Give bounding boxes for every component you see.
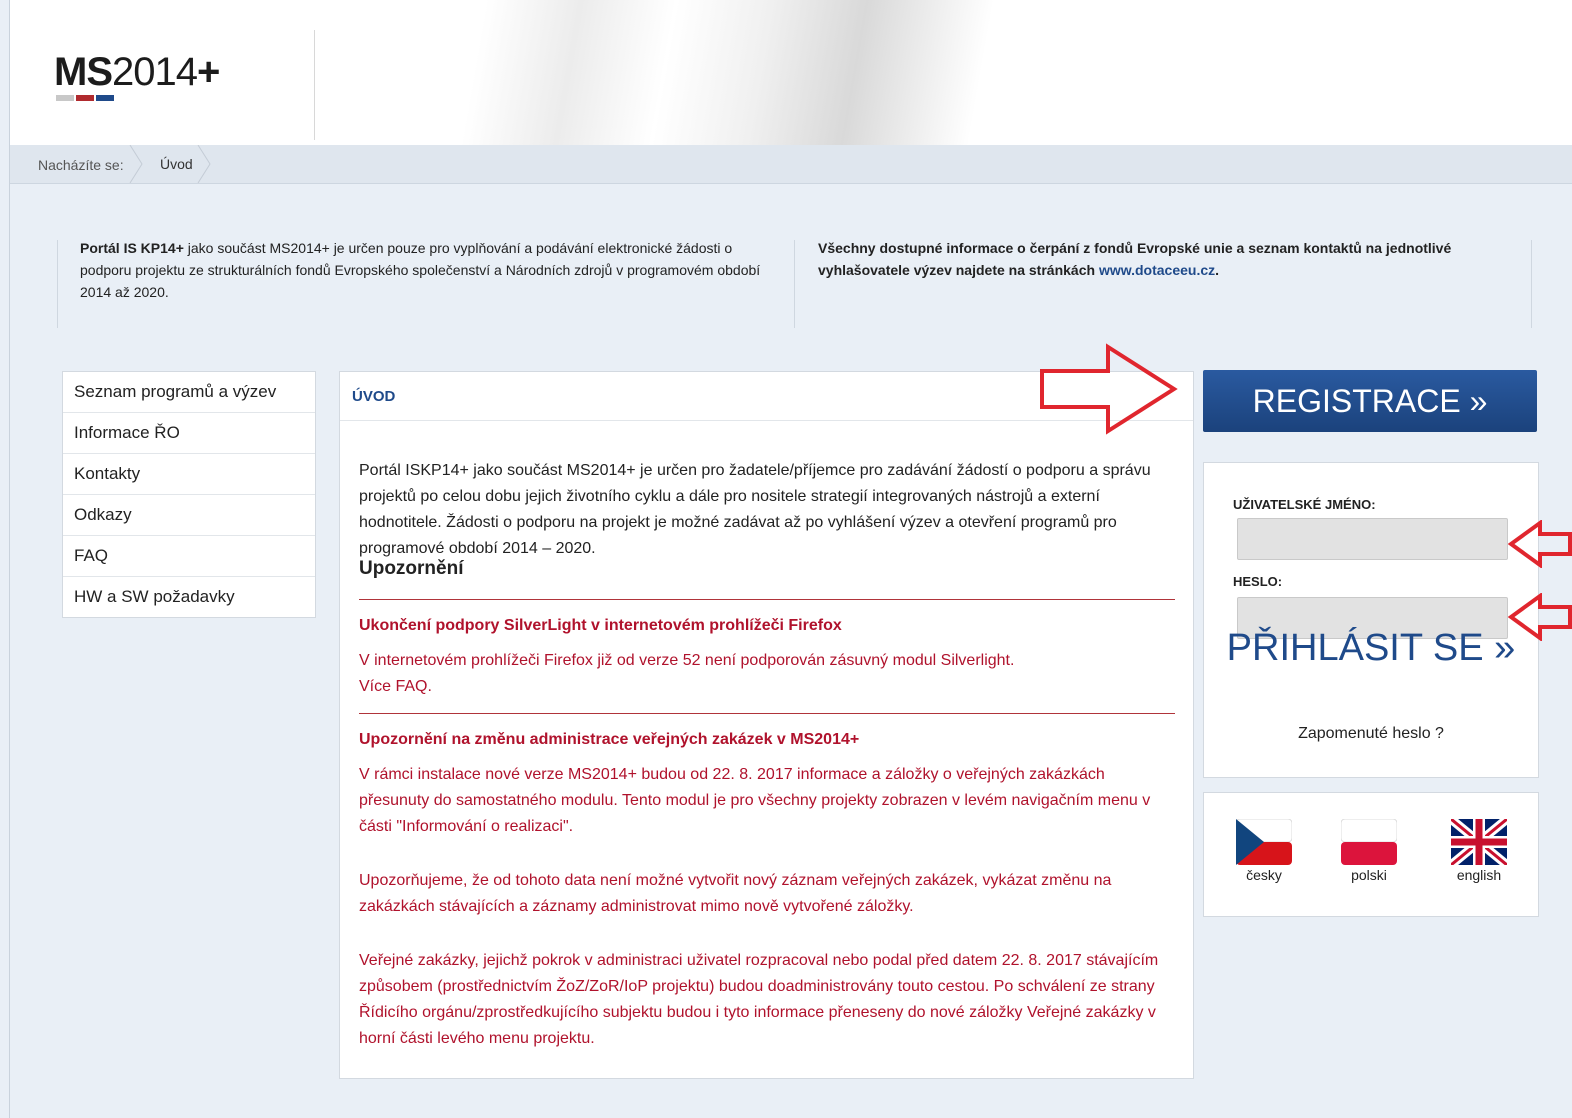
breadcrumb: Nacházíte se: Úvod — [10, 145, 1572, 184]
notice-text: V rámci instalace nové verze MS2014+ bud… — [359, 766, 1151, 835]
notice-divider — [359, 599, 1175, 600]
menu-item-faq[interactable]: FAQ — [63, 536, 315, 577]
info-divider — [1531, 240, 1532, 328]
header: MS2014+ — [10, 0, 1572, 146]
menu-item-programs[interactable]: Seznam programů a výzev — [63, 372, 315, 413]
notice-text: Veřejné zakázky, jejichž pokrok v admini… — [359, 952, 1159, 1047]
intro-text: Portál ISKP14+ jako součást MS2014+ je u… — [359, 462, 1151, 557]
arrow-left-icon — [1508, 520, 1572, 568]
left-menu: Seznam programů a výzev Informace ŘO Kon… — [62, 371, 316, 618]
logo-color-bars — [56, 95, 114, 101]
menu-item-requirements[interactable]: HW a SW požadavky — [63, 577, 315, 617]
info-divider — [794, 240, 795, 328]
username-label: UŽIVATELSKÉ JMÉNO: — [1233, 497, 1376, 512]
header-divider — [314, 30, 315, 140]
login-box: UŽIVATELSKÉ JMÉNO: HESLO: PŘIHLÁSIT SE »… — [1203, 462, 1539, 778]
breadcrumb-separator-icon — [129, 145, 143, 183]
menu-item-links[interactable]: Odkazy — [63, 495, 315, 536]
notice-divider — [359, 713, 1175, 714]
menu-item-ro-info[interactable]: Informace ŘO — [63, 413, 315, 454]
language-czech[interactable]: česky — [1229, 819, 1299, 883]
notice-text: V internetovém prohlížeči Firefox již od… — [359, 652, 1015, 695]
notice-text: Upozorňujeme, že od tohoto data není mož… — [359, 872, 1112, 915]
czech-flag-icon — [1236, 819, 1292, 865]
password-label: HESLO: — [1233, 574, 1283, 589]
warning-heading: Upozornění — [359, 558, 464, 579]
breadcrumb-label: Nacházíte se: — [38, 157, 124, 173]
uk-flag-icon — [1451, 819, 1507, 865]
language-label: česky — [1246, 867, 1282, 883]
arrow-right-icon — [1040, 343, 1178, 435]
notice-title: Ukončení podpory SilverLight v interneto… — [359, 617, 842, 634]
registration-button[interactable]: REGISTRACE » — [1203, 370, 1537, 432]
language-english[interactable]: english — [1444, 819, 1514, 883]
logo[interactable]: MS2014+ — [54, 50, 220, 95]
info-left: Portál IS KP14+ jako součást MS2014+ je … — [80, 240, 761, 300]
dotaceeu-link[interactable]: www.dotaceeu.cz — [1099, 262, 1215, 278]
login-button[interactable]: PŘIHLÁSIT SE » — [1204, 627, 1538, 670]
breadcrumb-separator-icon — [197, 145, 211, 183]
panel-title: ÚVOD — [352, 388, 396, 405]
info-right: Všechny dostupné informace o čerpání z f… — [818, 240, 1452, 278]
language-label: english — [1456, 867, 1502, 883]
faq-link[interactable]: Více FAQ. — [359, 678, 432, 695]
main-panel: ÚVOD Portál ISKP14+ jako součást MS2014+… — [339, 371, 1194, 1079]
language-box: česky polski english — [1203, 792, 1539, 917]
language-polish[interactable]: polski — [1334, 819, 1404, 883]
polish-flag-icon — [1341, 819, 1397, 865]
info-divider — [57, 240, 58, 328]
forgot-password-link[interactable]: Zapomenuté heslo ? — [1204, 725, 1538, 743]
breadcrumb-current[interactable]: Úvod — [160, 156, 193, 172]
arrow-left-icon — [1508, 593, 1572, 641]
notice-title: Upozornění na změnu administrace veřejný… — [359, 731, 860, 748]
username-field[interactable] — [1237, 518, 1508, 560]
menu-item-contacts[interactable]: Kontakty — [63, 454, 315, 495]
language-label: polski — [1351, 867, 1387, 883]
